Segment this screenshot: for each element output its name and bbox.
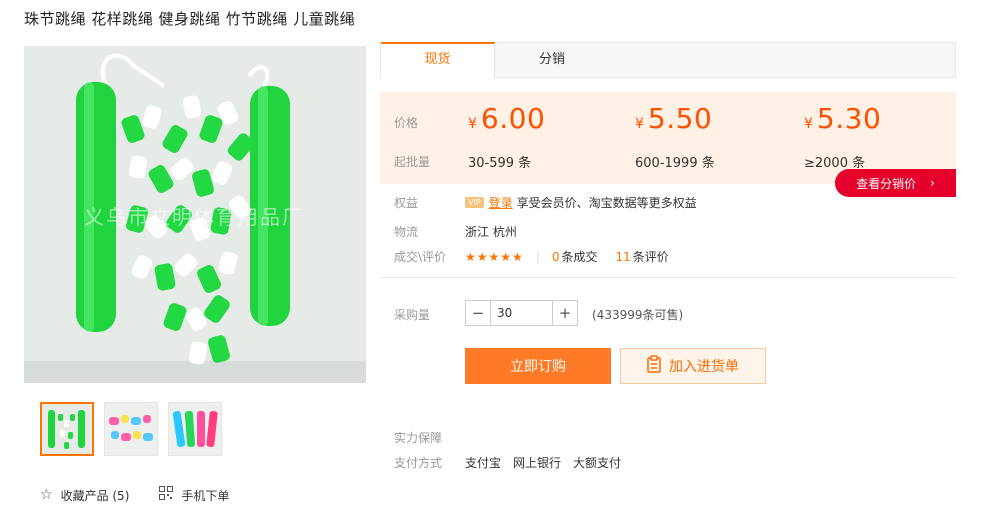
payment-method: 支付宝 bbox=[465, 456, 502, 470]
image-watermark: 义乌市立明体育用品厂 bbox=[84, 205, 304, 229]
bottom-links: ☆ 收藏产品 (5) 手机下单 bbox=[40, 486, 229, 504]
clipboard-icon bbox=[647, 355, 661, 377]
available-stock: (433999条可售) bbox=[592, 308, 684, 322]
tab-distribution[interactable]: 分销 bbox=[495, 43, 609, 77]
review-count[interactable]: 11 bbox=[616, 250, 631, 264]
reviews-row: 成交\评价 ★★★★★ | 0 条成交 11 条评价 bbox=[394, 248, 669, 265]
order-now-button[interactable]: 立即订购 bbox=[465, 348, 611, 384]
benefits-row: 权益 VIP 登录 享受会员价、淘宝数据等更多权益 bbox=[394, 194, 697, 211]
rating-stars-icon: ★★★★★ bbox=[465, 249, 524, 264]
price-tier-3: ¥5.30 bbox=[804, 102, 881, 135]
cart-button-label: 加入进货单 bbox=[669, 359, 739, 375]
thumbnail-green[interactable] bbox=[40, 402, 94, 456]
payment-method: 大额支付 bbox=[573, 456, 622, 470]
tier-price: 5.30 bbox=[816, 102, 882, 135]
reviews-label: 成交\评价 bbox=[394, 250, 447, 264]
tier-range: 600-1999 条 bbox=[635, 156, 715, 171]
sale-mode-tabs: 现货 分销 bbox=[380, 42, 956, 78]
decrease-button[interactable]: − bbox=[466, 301, 490, 325]
thumbnail-multicolor[interactable] bbox=[104, 402, 158, 456]
thumbnail-handles-image bbox=[169, 403, 221, 455]
mobile-order-label: 手机下单 bbox=[181, 488, 230, 503]
product-title: 珠节跳绳 花样跳绳 健身跳绳 竹节跳绳 儿童跳绳 bbox=[24, 10, 356, 28]
thumbnail-multicolor-image bbox=[105, 403, 157, 455]
payment-label: 支付方式 bbox=[394, 456, 443, 470]
payment-method: 网上银行 bbox=[513, 456, 562, 470]
star-outline-icon: ☆ bbox=[40, 487, 53, 503]
currency-symbol: ¥ bbox=[468, 116, 477, 132]
tier-range: 30-599 条 bbox=[468, 156, 532, 171]
payment-row: 支付方式 支付宝 网上银行 大额支付 bbox=[394, 454, 633, 471]
main-product-image[interactable]: 义乌市立明体育用品厂 bbox=[24, 46, 366, 383]
chevron-right-icon: › bbox=[930, 176, 935, 190]
price-tier-2: ¥5.50 bbox=[635, 102, 712, 135]
moq-label: 起批量 bbox=[394, 155, 431, 169]
view-distribution-price-button[interactable]: 查看分销价 › bbox=[835, 169, 956, 197]
currency-symbol: ¥ bbox=[804, 116, 813, 132]
quantity-input[interactable] bbox=[490, 301, 553, 325]
review-text[interactable]: 条评价 bbox=[633, 248, 669, 265]
vip-badge: VIP bbox=[465, 197, 484, 208]
currency-symbol: ¥ bbox=[635, 116, 644, 132]
benefits-label: 权益 bbox=[394, 196, 419, 210]
price-tier-1: ¥6.00 bbox=[468, 102, 545, 135]
tier-price: 5.50 bbox=[647, 102, 713, 135]
quantity-stepper: − + bbox=[465, 300, 578, 326]
favorite-label: 收藏产品 (5) bbox=[60, 488, 130, 503]
deals-text: 条成交 bbox=[561, 250, 598, 264]
qr-code-icon bbox=[159, 486, 174, 504]
distribution-button-label: 查看分销价 bbox=[856, 176, 917, 191]
increase-button[interactable]: + bbox=[553, 301, 577, 325]
thumbnail-strip bbox=[40, 402, 222, 456]
thumbnail-green-image bbox=[42, 404, 92, 454]
logistics-label: 物流 bbox=[394, 225, 419, 239]
quantity-label: 采购量 bbox=[394, 308, 431, 322]
tier-price: 6.00 bbox=[480, 102, 546, 135]
benefits-text: 享受会员价、淘宝数据等更多权益 bbox=[516, 196, 697, 210]
thumbnail-handles[interactable] bbox=[168, 402, 222, 456]
tab-spot-goods[interactable]: 现货 bbox=[381, 42, 495, 78]
price-label: 价格 bbox=[394, 116, 419, 130]
guarantee-label: 实力保障 bbox=[394, 431, 443, 445]
section-divider bbox=[380, 277, 956, 278]
separator: | bbox=[535, 249, 540, 264]
mobile-order-link[interactable]: 手机下单 bbox=[159, 486, 229, 504]
login-link[interactable]: 登录 bbox=[489, 194, 513, 211]
logistics-row: 物流 浙江 杭州 bbox=[394, 223, 517, 240]
deals-count: 0 bbox=[551, 249, 560, 264]
add-to-purchase-list-button[interactable]: 加入进货单 bbox=[620, 348, 766, 384]
logistics-value: 浙江 杭州 bbox=[465, 225, 517, 239]
favorite-product-link[interactable]: ☆ 收藏产品 (5) bbox=[40, 486, 129, 504]
